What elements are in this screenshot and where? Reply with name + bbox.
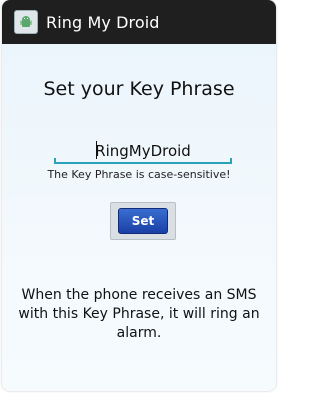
input-underline	[54, 158, 232, 164]
title-bar: Ring My Droid	[2, 0, 276, 44]
app-window: Ring My Droid Set your Key Phrase The Ke…	[2, 0, 276, 391]
description-text: When the phone receives an SMS with this…	[18, 287, 260, 341]
set-button-container: Set	[110, 202, 176, 240]
text-cursor	[96, 141, 97, 159]
page-heading: Set your Key Phrase	[43, 78, 235, 100]
key-phrase-field-wrap	[54, 140, 232, 164]
key-phrase-input[interactable]	[54, 140, 232, 162]
app-title: Ring My Droid	[46, 12, 160, 32]
set-button[interactable]: Set	[118, 208, 168, 234]
android-droid-icon	[14, 10, 38, 34]
case-sensitive-hint: The Key Phrase is case-sensitive!	[47, 168, 231, 181]
